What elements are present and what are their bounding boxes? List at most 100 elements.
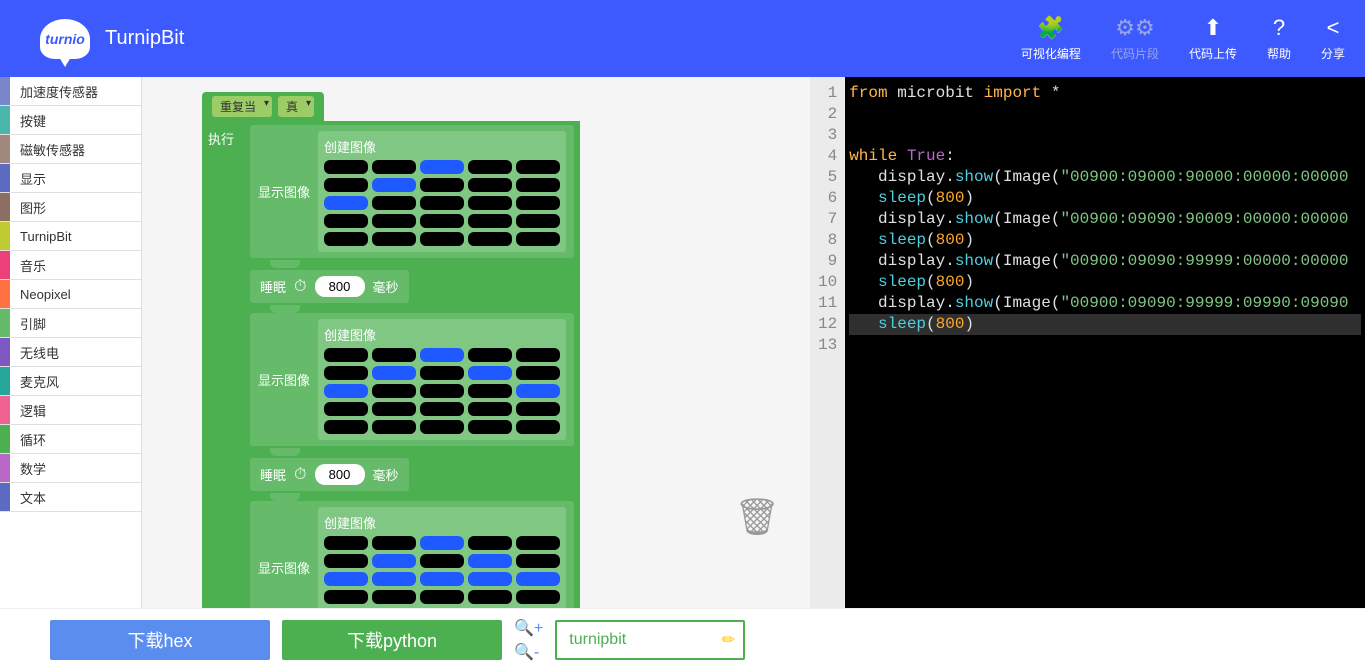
led[interactable]	[420, 590, 464, 604]
led[interactable]	[372, 402, 416, 416]
nav-item-4[interactable]: <分享	[1321, 15, 1345, 62]
led[interactable]	[516, 214, 560, 228]
led[interactable]	[468, 214, 512, 228]
led[interactable]	[420, 366, 464, 380]
led[interactable]	[324, 590, 368, 604]
led[interactable]	[516, 196, 560, 210]
led[interactable]	[324, 178, 368, 192]
show-image-block[interactable]: 显示图像创建图像	[250, 313, 574, 446]
led[interactable]	[372, 348, 416, 362]
led[interactable]	[468, 554, 512, 568]
zoom-out-icon[interactable]: 🔍-	[514, 642, 543, 662]
led-grid[interactable]	[324, 160, 560, 246]
code-line[interactable]: from microbit import *	[849, 83, 1361, 104]
code-line[interactable]: sleep(800)	[849, 188, 1361, 209]
led[interactable]	[468, 348, 512, 362]
code-line[interactable]: display.show(Image("00900:09000:90000:00…	[849, 167, 1361, 188]
led[interactable]	[516, 572, 560, 586]
led[interactable]	[468, 232, 512, 246]
code[interactable]: from microbit import * while True: displa…	[845, 77, 1365, 608]
led[interactable]	[420, 554, 464, 568]
sidebar-item-1[interactable]: 按键	[0, 106, 141, 135]
led[interactable]	[324, 536, 368, 550]
led[interactable]	[372, 196, 416, 210]
led[interactable]	[468, 590, 512, 604]
sidebar-item-9[interactable]: 无线电	[0, 338, 141, 367]
sleep-input[interactable]	[315, 276, 365, 297]
led[interactable]	[516, 348, 560, 362]
led[interactable]	[324, 232, 368, 246]
led[interactable]	[324, 572, 368, 586]
led[interactable]	[324, 196, 368, 210]
sidebar-item-0[interactable]: 加速度传感器	[0, 77, 141, 106]
sidebar-item-11[interactable]: 逻辑	[0, 396, 141, 425]
true-dropdown[interactable]: 真	[278, 96, 314, 117]
led[interactable]	[420, 214, 464, 228]
led[interactable]	[516, 554, 560, 568]
sidebar-item-3[interactable]: 显示	[0, 164, 141, 193]
led[interactable]	[324, 214, 368, 228]
led[interactable]	[468, 196, 512, 210]
led[interactable]	[516, 160, 560, 174]
download-python-button[interactable]: 下载python	[282, 620, 502, 660]
pencil-icon[interactable]: ✏	[722, 630, 735, 650]
code-line[interactable]: while True:	[849, 146, 1361, 167]
code-line[interactable]: display.show(Image("00900:09090:99999:00…	[849, 251, 1361, 272]
led[interactable]	[420, 232, 464, 246]
led[interactable]	[420, 536, 464, 550]
filename-input[interactable]	[555, 620, 745, 660]
led[interactable]	[516, 420, 560, 434]
sidebar-item-6[interactable]: 音乐	[0, 251, 141, 280]
led[interactable]	[516, 366, 560, 380]
led[interactable]	[516, 402, 560, 416]
download-hex-button[interactable]: 下载hex	[50, 620, 270, 660]
led[interactable]	[420, 420, 464, 434]
led[interactable]	[324, 160, 368, 174]
sidebar-item-12[interactable]: 循环	[0, 425, 141, 454]
repeat-block[interactable]: 重复当 真 执行 显示图像创建图像睡眠⏱毫秒显示图像创建图像睡眠⏱毫秒显示图像创…	[202, 92, 810, 608]
led[interactable]	[324, 348, 368, 362]
led[interactable]	[372, 178, 416, 192]
led[interactable]	[372, 554, 416, 568]
led[interactable]	[516, 590, 560, 604]
sidebar-item-7[interactable]: Neopixel	[0, 280, 141, 309]
nav-item-3[interactable]: ?帮助	[1267, 15, 1291, 62]
led[interactable]	[420, 196, 464, 210]
led[interactable]	[372, 384, 416, 398]
code-line[interactable]: display.show(Image("00900:09090:99999:09…	[849, 293, 1361, 314]
create-image-block[interactable]: 创建图像	[318, 507, 566, 608]
code-line[interactable]: sleep(800)	[849, 314, 1361, 335]
sleep-input[interactable]	[315, 464, 365, 485]
led[interactable]	[420, 572, 464, 586]
sidebar-item-8[interactable]: 引脚	[0, 309, 141, 338]
led[interactable]	[372, 420, 416, 434]
led[interactable]	[324, 420, 368, 434]
led[interactable]	[372, 536, 416, 550]
repeat-header[interactable]: 重复当 真	[202, 92, 324, 121]
led[interactable]	[420, 160, 464, 174]
led[interactable]	[324, 384, 368, 398]
nav-item-2[interactable]: ⬆代码上传	[1189, 15, 1237, 62]
nav-item-1[interactable]: ⚙⚙代码片段	[1111, 15, 1159, 62]
led[interactable]	[420, 402, 464, 416]
nav-item-0[interactable]: 🧩可视化编程	[1021, 15, 1081, 62]
create-image-block[interactable]: 创建图像	[318, 131, 566, 252]
code-line[interactable]: sleep(800)	[849, 272, 1361, 293]
zoom-in-icon[interactable]: 🔍+	[514, 618, 543, 638]
led[interactable]	[372, 366, 416, 380]
led[interactable]	[516, 232, 560, 246]
sidebar-item-4[interactable]: 图形	[0, 193, 141, 222]
led[interactable]	[420, 178, 464, 192]
code-line[interactable]	[849, 125, 1361, 146]
led[interactable]	[372, 572, 416, 586]
create-image-block[interactable]: 创建图像	[318, 319, 566, 440]
code-line[interactable]	[849, 104, 1361, 125]
sidebar-item-2[interactable]: 磁敏传感器	[0, 135, 141, 164]
led[interactable]	[468, 178, 512, 192]
led[interactable]	[516, 178, 560, 192]
led[interactable]	[372, 590, 416, 604]
sidebar-item-13[interactable]: 数学	[0, 454, 141, 483]
led[interactable]	[324, 402, 368, 416]
led[interactable]	[324, 366, 368, 380]
led[interactable]	[468, 420, 512, 434]
